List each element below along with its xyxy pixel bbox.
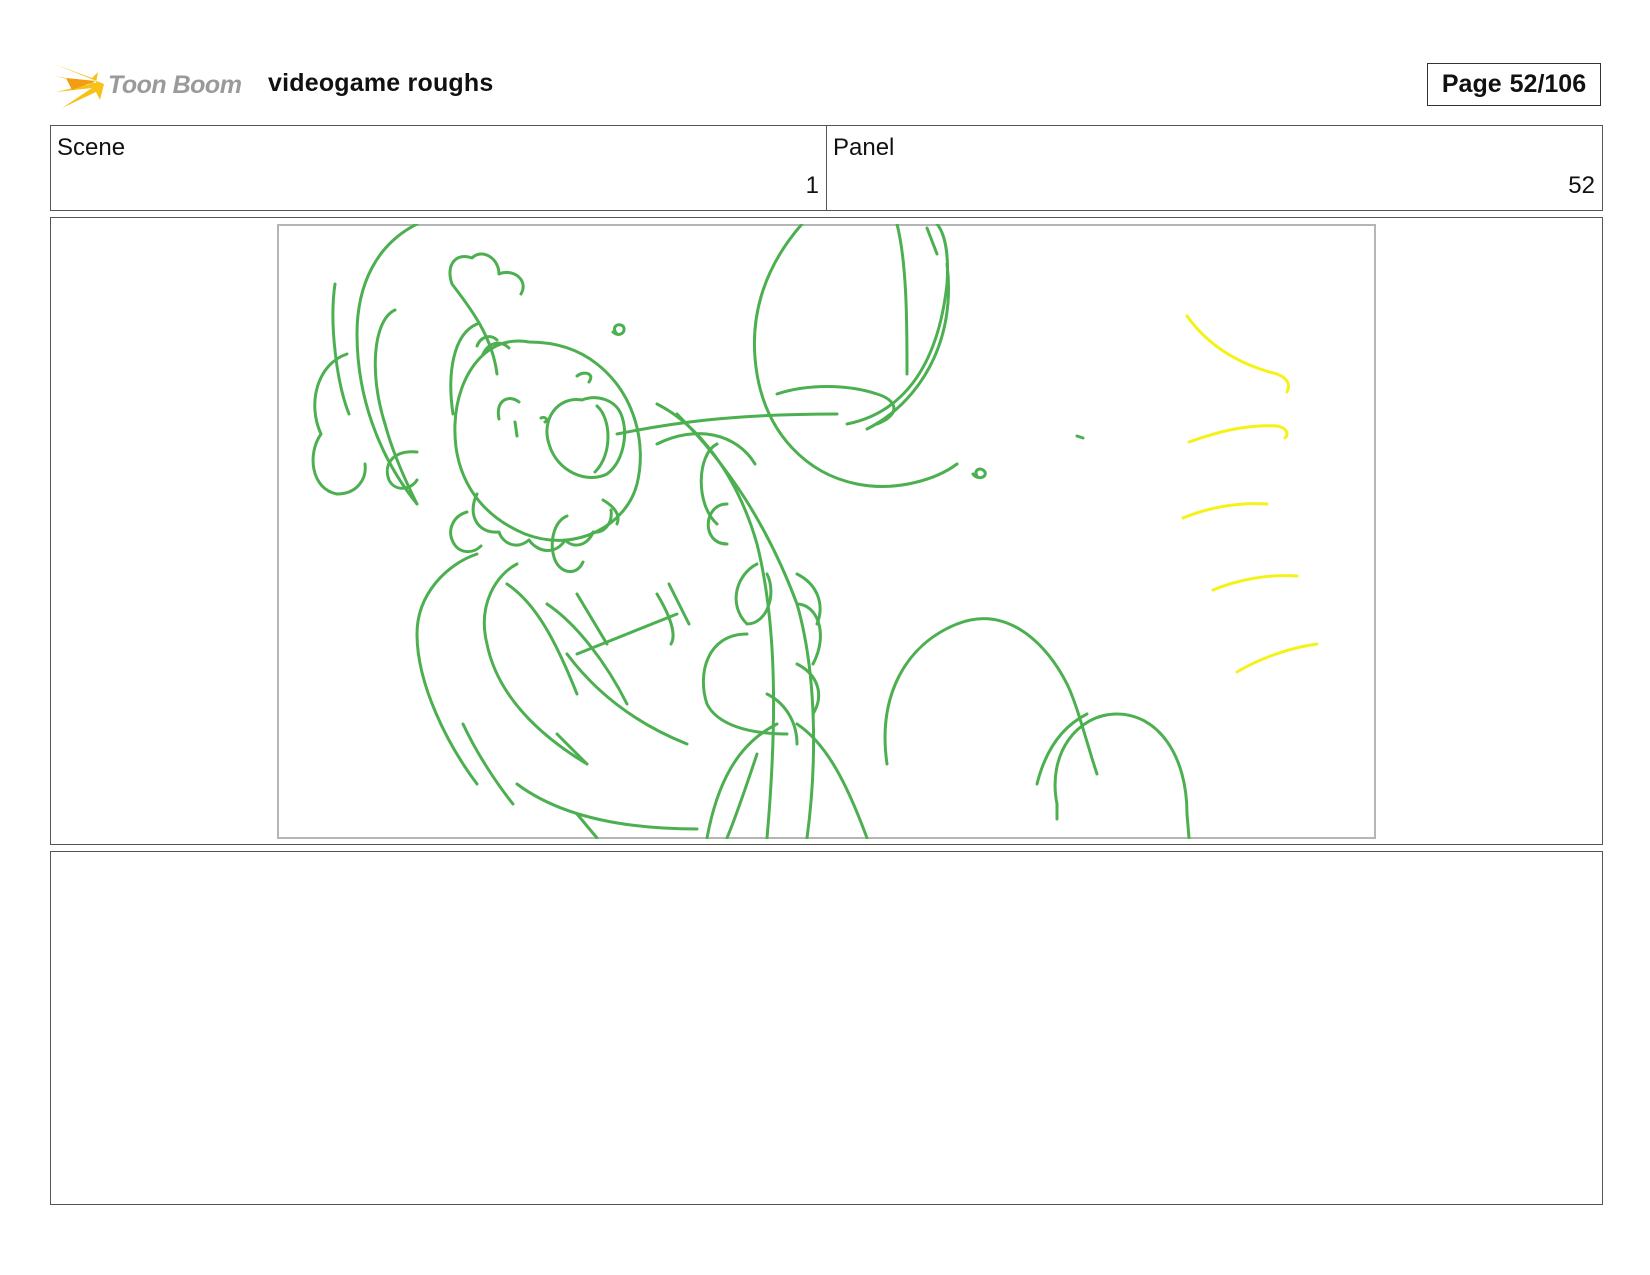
panel-label: Panel — [833, 134, 895, 161]
toon-boom-logo: Toon Boom — [52, 56, 252, 112]
camera-frame — [277, 224, 1376, 839]
burst-icon — [54, 64, 104, 108]
scene-number: 1 — [805, 172, 819, 199]
panel-number: 52 — [1568, 172, 1595, 199]
panel-cell: Panel 52 — [826, 126, 1602, 210]
scene-panel-info: Scene 1 Panel 52 — [50, 125, 1603, 211]
logo-wordmark: Toon Boom — [108, 71, 242, 99]
page-number: 52/106 — [1509, 70, 1587, 98]
document-title: videogame roughs — [268, 69, 494, 97]
panel-notes-area[interactable] — [50, 851, 1603, 1205]
scene-cell: Scene 1 — [51, 126, 826, 210]
page-indicator: Page 52/106 — [1427, 63, 1601, 106]
scene-label: Scene — [57, 134, 126, 161]
page-label: Page — [1441, 70, 1502, 98]
storyboard-sketch — [277, 224, 1376, 839]
